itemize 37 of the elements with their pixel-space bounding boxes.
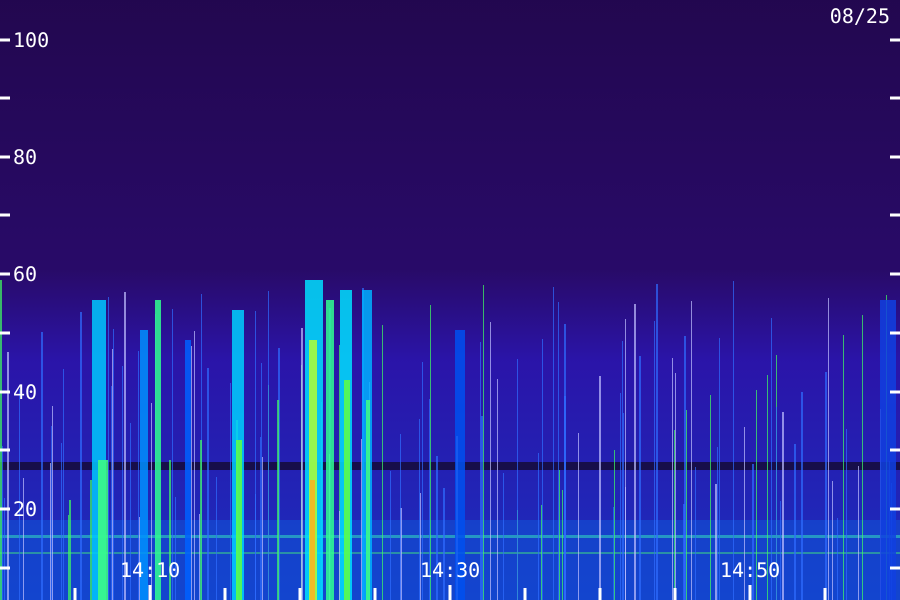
tick-mark <box>890 390 900 394</box>
tick-mark <box>298 588 302 600</box>
y-axis-label: 80 <box>13 145 38 169</box>
y-axis-label: 100 <box>13 28 50 52</box>
date-label: 08/25 <box>830 4 890 28</box>
tick-mark <box>890 272 900 276</box>
tick-mark <box>890 38 900 42</box>
tick-mark <box>890 566 900 570</box>
tick-mark <box>890 96 900 100</box>
tick-mark <box>0 38 10 42</box>
tick-mark <box>148 585 152 600</box>
tick-mark <box>748 585 752 600</box>
y-axis-label: 60 <box>13 262 38 286</box>
tick-mark <box>890 508 900 510</box>
tick-mark <box>890 156 900 158</box>
tick-mark <box>224 588 226 600</box>
tick-mark <box>0 332 10 334</box>
tick-mark <box>674 588 676 600</box>
tick-mark <box>0 156 10 158</box>
tick-mark <box>448 585 452 600</box>
tick-mark <box>890 214 900 216</box>
tick-mark <box>0 508 10 510</box>
tick-mark <box>524 588 526 600</box>
tick-mark <box>824 588 826 600</box>
tick-mark <box>0 272 10 276</box>
tick-mark <box>0 96 10 100</box>
tick-mark <box>0 566 10 570</box>
tick-mark <box>0 390 10 394</box>
tick-mark <box>0 448 10 452</box>
y-axis-label: 40 <box>13 380 38 404</box>
tick-mark <box>0 214 10 216</box>
tick-mark <box>374 588 376 600</box>
tick-mark <box>74 588 76 600</box>
tick-mark <box>890 332 900 334</box>
y-axis-label: 20 <box>13 497 38 521</box>
tick-mark <box>890 448 900 452</box>
tick-mark <box>598 588 602 600</box>
